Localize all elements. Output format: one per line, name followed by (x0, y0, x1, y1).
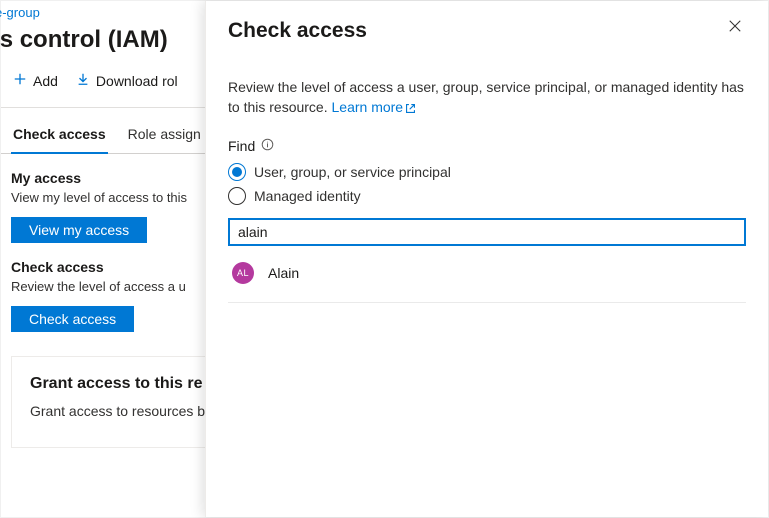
close-button[interactable] (724, 15, 746, 40)
add-button[interactable]: Add (13, 72, 58, 89)
add-button-label: Add (33, 73, 58, 89)
view-my-access-button[interactable]: View my access (11, 217, 147, 243)
principal-search-input[interactable] (228, 218, 746, 246)
download-button-label: Download rol (96, 73, 178, 89)
tab-role-assignments[interactable]: Role assign (126, 118, 203, 153)
info-icon[interactable] (261, 138, 274, 154)
learn-more-link[interactable]: Learn more (332, 99, 404, 115)
external-link-icon (405, 99, 416, 119)
panel-title: Check access (228, 19, 367, 43)
find-label-row: Find (228, 138, 746, 154)
search-result-item[interactable]: AL Alain (228, 250, 746, 303)
radio-user-group-sp[interactable]: User, group, or service principal (228, 160, 746, 184)
radio-user-label: User, group, or service principal (254, 164, 451, 180)
check-access-button[interactable]: Check access (11, 306, 134, 332)
breadcrumb-link[interactable]: e-group (0, 5, 40, 20)
plus-icon (13, 72, 27, 89)
radio-icon (228, 187, 246, 205)
close-icon (728, 21, 742, 36)
check-access-panel: Check access Review the level of access … (205, 1, 768, 517)
tab-check-access[interactable]: Check access (11, 118, 108, 154)
avatar: AL (232, 262, 254, 284)
download-icon (76, 72, 90, 89)
radio-icon (228, 163, 246, 181)
radio-mi-label: Managed identity (254, 188, 361, 204)
find-label: Find (228, 138, 255, 154)
panel-intro-text: Review the level of access a user, group… (228, 79, 744, 115)
download-button[interactable]: Download rol (76, 72, 178, 89)
panel-intro: Review the level of access a user, group… (228, 77, 746, 120)
result-name: Alain (268, 265, 299, 281)
find-radio-group: User, group, or service principal Manage… (228, 160, 746, 208)
radio-managed-identity[interactable]: Managed identity (228, 184, 746, 208)
